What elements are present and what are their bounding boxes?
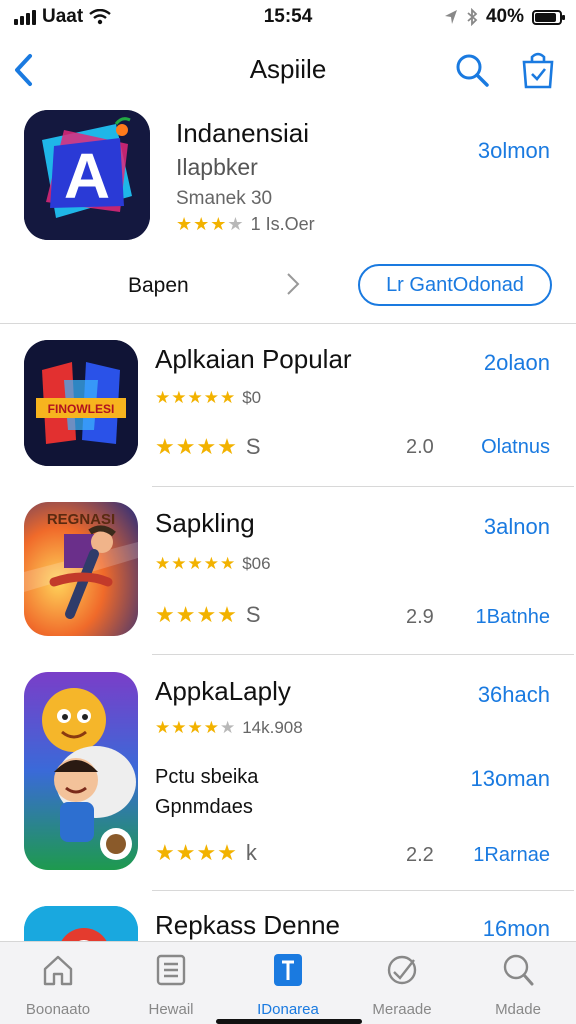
app-size: 2.0	[406, 436, 434, 458]
search-icon	[503, 954, 534, 986]
app-icon-artwork: FINOWLESI	[24, 340, 138, 466]
featured-app-rating: ★★★★ 1 Is.Oer	[176, 214, 315, 235]
featured-app-icon-letter: A	[64, 140, 110, 212]
status-bar: Uaat 15:54 40%	[0, 0, 576, 34]
get-download-button[interactable]: Lr GantOdonad	[358, 264, 552, 306]
chevron-right-icon[interactable]	[286, 272, 300, 296]
tab-bar: Boonaato Hewail IDonarea Meraade Mdade	[0, 941, 576, 1024]
battery-fill	[535, 12, 556, 22]
app-downloads[interactable]: 1Rarnae	[473, 844, 550, 867]
battery-percent: 40%	[485, 6, 524, 27]
star-rating: ★★★★	[176, 214, 245, 234]
featured-app-artwork: A	[24, 110, 150, 240]
rating-count: 14k.908	[242, 718, 303, 737]
app-name: Sapkling	[155, 508, 255, 538]
tab-label: Meraade	[372, 1001, 432, 1018]
status-right: 40%	[444, 6, 565, 28]
divider	[0, 323, 576, 324]
featured-rating-text: 1 Is.Oer	[250, 214, 315, 234]
app-description: Pctu sbeika Gpnmdaes	[155, 762, 258, 822]
star-rating: ★★★★★	[155, 554, 237, 573]
home-indicator[interactable]	[216, 1019, 362, 1024]
app-price[interactable]: 3alnon	[484, 514, 550, 540]
tab-arcade[interactable]: Meraade	[352, 952, 452, 1018]
bag-icon[interactable]	[520, 50, 556, 90]
battery-icon	[532, 9, 565, 25]
tab-home[interactable]: Boonaato	[8, 952, 108, 1018]
app-list-item[interactable]: REGNASI Sapkling ★★★★★ $06 ★★★★ S 3alnon…	[0, 500, 576, 640]
divider	[152, 486, 574, 487]
home-icon	[43, 955, 73, 986]
divider	[152, 654, 574, 655]
tab-label: Hewail	[148, 1001, 194, 1018]
apps-icon	[274, 954, 302, 986]
app-icon[interactable]	[24, 672, 138, 870]
app-list-item[interactable]: FINOWLESI Aplkaian Popular ★★★★★ $0 ★★★★…	[0, 340, 576, 470]
app-rating-large: ★★★★ S	[155, 434, 261, 460]
app-icon-artwork: REGNASI	[24, 502, 138, 636]
location-icon	[444, 10, 457, 24]
app-list-item[interactable]: Repkass Denne 16mon	[0, 904, 576, 986]
app-icon-banner: REGNASI	[47, 511, 115, 528]
tab-search[interactable]: Mdade	[468, 952, 568, 1018]
bluetooth-icon	[467, 8, 478, 26]
app-size: 2.2	[406, 844, 434, 866]
app-name: Aplkaian Popular	[155, 344, 352, 374]
app-downloads[interactable]: 1Batnhe	[475, 606, 550, 629]
tab-news[interactable]: Hewail	[121, 952, 221, 1018]
featured-app-name: Indanensiai	[176, 118, 309, 148]
app-name: Repkass Denne	[155, 910, 340, 940]
featured-app-subtitle: Ilapbker	[176, 154, 258, 180]
app-list-item[interactable]: AppkaLaply ★★★★★ 14k.908 36hach Pctu sbe…	[0, 670, 576, 876]
featured-app-price[interactable]: 3olmon	[478, 138, 550, 164]
app-icon-banner: FINOWLESI	[48, 402, 115, 416]
app-icon[interactable]: REGNASI	[24, 502, 138, 636]
featured-open-row: Bapen Lr GantOdonad	[0, 262, 576, 308]
app-downloads[interactable]: Olatnus	[481, 436, 550, 459]
app-icon[interactable]: FINOWLESI	[24, 340, 138, 466]
star-rating: ★★★★	[155, 602, 238, 627]
list-icon	[156, 954, 186, 986]
app-price[interactable]: 16mon	[483, 916, 550, 942]
app-name: AppkaLaply	[155, 676, 291, 706]
featured-app[interactable]: A Indanensiai Ilapbker Smanek 30 ★★★★ 1 …	[0, 108, 576, 324]
app-icon-artwork	[24, 672, 138, 870]
app-size: 2.9	[406, 606, 434, 628]
featured-app-meta: Smanek 30	[176, 188, 273, 209]
featured-app-icon[interactable]: A	[24, 110, 150, 240]
tab-label: IDonarea	[257, 1001, 319, 1018]
rating-suffix: S	[245, 434, 261, 459]
rating-count: $06	[242, 554, 271, 573]
app-description-line: Pctu sbeika	[155, 766, 259, 788]
tab-label: Mdade	[495, 1001, 541, 1018]
search-icon[interactable]	[454, 52, 490, 88]
app-rating-large: ★★★★ k	[155, 840, 257, 866]
rating-count: $0	[242, 388, 262, 407]
app-price[interactable]: 2olaon	[484, 350, 550, 376]
rating-suffix: k	[245, 840, 257, 865]
open-link[interactable]: Bapen	[128, 274, 189, 298]
star-rating: ★★★★	[155, 434, 238, 459]
app-description-line: Gpnmdaes	[155, 796, 253, 818]
app-rating-small: ★★★★★ $06	[155, 554, 271, 574]
divider	[152, 890, 574, 891]
app-rating-small: ★★★★★ $0	[155, 388, 261, 408]
star-rating: ★★★★	[155, 840, 238, 865]
satellite-icon	[387, 955, 417, 985]
tab-label: Boonaato	[25, 1001, 91, 1018]
star-rating: ★★★★★	[155, 718, 237, 737]
nav-bar: Aspiile	[0, 40, 576, 100]
rating-suffix: S	[245, 602, 261, 627]
app-rating-small: ★★★★★ 14k.908	[155, 718, 303, 738]
app-rating-large: ★★★★ S	[155, 602, 261, 628]
app-secondary-price[interactable]: 13oman	[470, 766, 550, 792]
tab-apps[interactable]: IDonarea	[238, 952, 338, 1018]
app-price[interactable]: 36hach	[478, 682, 550, 708]
star-rating: ★★★★★	[155, 388, 237, 407]
